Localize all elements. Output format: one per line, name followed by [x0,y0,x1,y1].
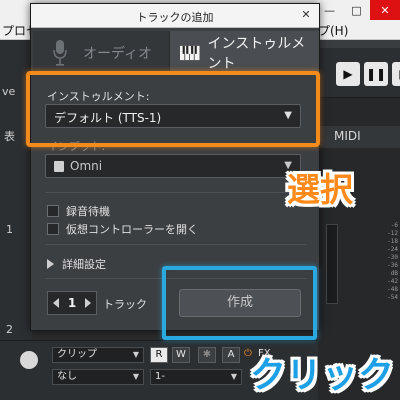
decrement-icon[interactable] [53,298,59,308]
dialog-title-bar[interactable]: トラックの追加 ✕ [31,4,319,28]
maximize-icon[interactable]: □ [343,0,370,20]
chevron-down-icon: ▼ [132,350,139,359]
chevron-down-icon: ▼ [132,372,139,381]
meter-label: -30 [387,254,398,261]
input-select[interactable]: Omni ▼ [45,154,301,178]
pause-icon[interactable]: ❚❚ [364,62,388,86]
create-highlight-frame [162,266,317,340]
write-w-button[interactable]: W [172,347,190,363]
asterisk-icon[interactable]: ✱ [198,347,216,363]
meter-label: -6 [390,222,398,229]
stop-icon[interactable]: ■ [392,62,400,86]
track-count-label: トラック [103,298,147,311]
play-icon[interactable]: ▶ [336,62,360,86]
channel-select[interactable]: 1- ▼ [150,369,242,385]
midi-port-icon [54,161,64,172]
window-close-icon[interactable]: ✕ [370,0,400,20]
window-controls: — □ ✕ [316,0,400,20]
close-icon[interactable]: ✕ [298,7,314,23]
clip-select-value: クリップ [57,349,97,360]
virtual-controller-label: 仮想コントローラーを開く [66,223,198,236]
advanced-settings-toggle[interactable]: 詳細設定 [47,256,106,272]
tab-instrument[interactable]: インストゥルメント [169,31,319,75]
track-number-2: 2 [6,323,13,336]
menu-text-right[interactable]: プ(H) [318,22,348,39]
increment-icon[interactable] [84,298,91,308]
meter-label: -54 [387,294,398,301]
tab-audio[interactable]: オーディオ [33,31,169,75]
input-select-value: Omni [70,159,103,173]
chevron-down-icon: ▼ [230,372,237,381]
none-select-value: なし [57,371,77,382]
meter-label: dB [390,270,398,277]
tab-audio-label: オーディオ [83,45,153,62]
instrument-highlight-frame [26,71,320,147]
channel-select-value: 1- [155,371,165,382]
divider [45,244,307,245]
divider [45,192,307,193]
edge-text-view: 表 [4,130,15,143]
piano-keys-icon [180,45,200,61]
record-r-button[interactable]: R [150,347,168,363]
meter-scale: -6 -12 -18 -24 -30 -36 dB -42 -48 -54 [352,222,398,312]
input-none-select[interactable]: なし ▼ [52,369,144,385]
virtual-controller-checkbox[interactable] [47,223,59,235]
click-annotation: クリック [250,355,395,396]
track-count-value[interactable]: 1 [68,296,76,310]
automation-a-button[interactable]: A [222,347,240,363]
microphone-icon [53,39,67,66]
meter-label: -18 [387,238,398,245]
meter-label: -12 [387,230,398,237]
meter-label: -48 [387,286,398,293]
midi-plug-icon [20,351,38,369]
record-arm-checkbox[interactable] [47,205,59,217]
dialog-title: トラックの追加 [136,11,214,24]
select-annotation: 選択 [287,170,353,209]
virtual-controller-checkbox-row[interactable]: 仮想コントローラーを開く [47,221,198,237]
record-arm-checkbox-row[interactable]: 録音待機 [47,203,110,219]
triangle-right-icon [47,259,54,269]
meter-label: -24 [387,246,398,253]
midi-header: MIDI [318,126,400,148]
transport-bar: ▶ ❚❚ ■ [318,48,400,98]
meter-label: -36 [387,262,398,269]
edge-text-ve: ve [2,85,16,98]
track-count-stepper[interactable]: 1 [47,291,97,315]
advanced-settings-label: 詳細設定 [62,258,106,271]
clip-select[interactable]: クリップ ▼ [52,347,144,363]
minimize-icon[interactable]: — [316,0,343,20]
meter-label: -42 [387,278,398,285]
track-number-1: 1 [6,223,13,236]
tab-instrument-label: インストゥルメント [207,36,306,72]
level-meter [326,224,338,304]
record-arm-label: 録音待機 [66,205,110,218]
